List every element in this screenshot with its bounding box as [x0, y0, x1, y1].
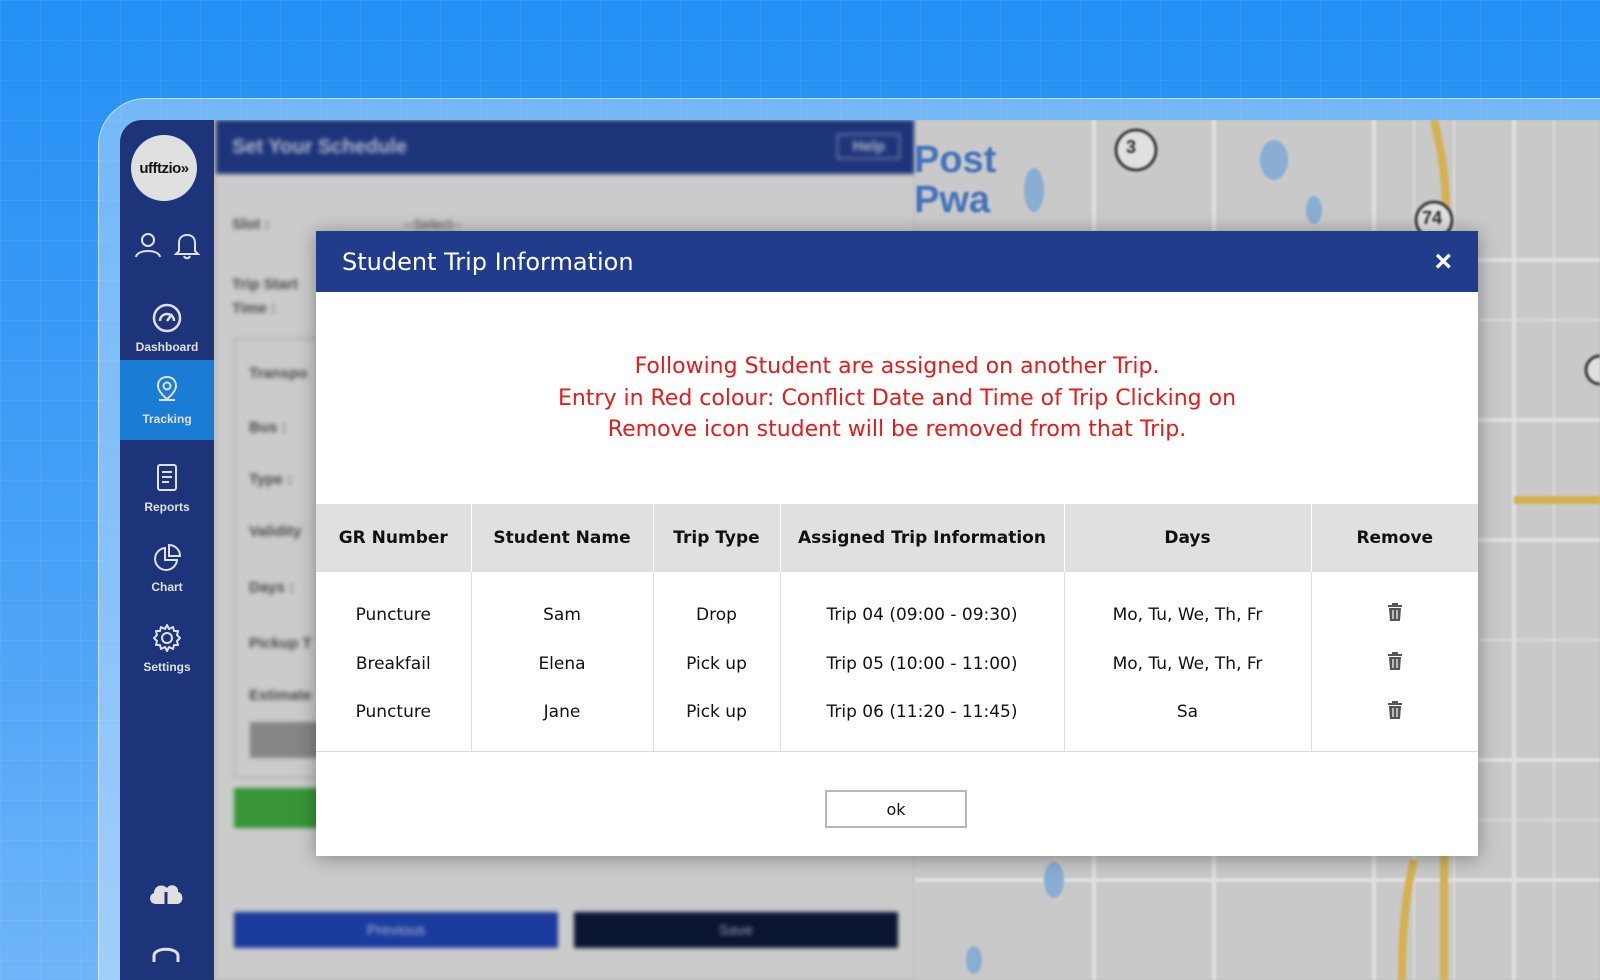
message-line: Following Student are assigned on anothe…	[634, 354, 1160, 379]
assigned-trip-cell: Trip 06 (11:20 - 11:45)	[780, 688, 1065, 752]
message-line: Remove icon student will be removed from…	[607, 417, 1187, 442]
assigned-trip-cell: Trip 05 (10:00 - 11:00)	[780, 639, 1065, 688]
conflict-table: GR Number Student Name Trip Type Assigne…	[316, 504, 1478, 752]
message-line: Entry in Red colour: Conflict Date and T…	[557, 385, 1237, 411]
column-header-gr-number: GR Number	[316, 504, 472, 572]
app-screen: Post Pwa 3 74 Set Your Schedule Help Slo…	[120, 120, 1600, 980]
table-row: Puncture Jane Pick up Trip 06 (11:20 - 1…	[316, 688, 1478, 752]
table-row: Breakfail Elena Pick up Trip 05 (10:00 -…	[316, 639, 1478, 688]
days-cell: Mo, Tu, We, Th, Fr	[1064, 572, 1312, 639]
remove-cell	[1311, 639, 1478, 688]
student-name-cell: Elena	[471, 639, 654, 688]
student-name-cell: Sam	[471, 572, 654, 639]
column-header-assigned-trip: Assigned Trip Information	[780, 504, 1065, 572]
trip-type-cell: Drop	[653, 572, 781, 639]
assigned-trip-cell: Trip 04 (09:00 - 09:30)	[780, 572, 1065, 639]
trash-icon[interactable]	[1387, 652, 1403, 670]
gr-number-cell: Breakfail	[316, 639, 472, 688]
student-trip-modal: Student Trip Information × Following Stu…	[316, 231, 1478, 856]
trip-type-cell: Pick up	[653, 688, 781, 752]
trip-type-cell: Pick up	[653, 639, 781, 688]
trash-icon[interactable]	[1387, 700, 1403, 719]
ok-button[interactable]: ok	[825, 790, 967, 828]
column-header-days: Days	[1064, 504, 1312, 572]
days-cell: Mo, Tu, We, Th, Fr	[1064, 639, 1312, 688]
table-header-row: GR Number Student Name Trip Type Assigne…	[316, 504, 1478, 572]
column-header-remove: Remove	[1311, 504, 1478, 572]
column-header-trip-type: Trip Type	[653, 504, 781, 572]
days-cell: Sa	[1064, 688, 1312, 752]
column-header-student-name: Student Name	[471, 504, 654, 572]
remove-cell	[1311, 572, 1478, 639]
gr-number-cell: Puncture	[316, 572, 472, 639]
remove-cell	[1311, 688, 1478, 752]
modal-header: Student Trip Information ×	[316, 231, 1478, 292]
gr-number-cell: Puncture	[316, 688, 472, 752]
table-row: Puncture Sam Drop Trip 04 (09:00 - 09:30…	[316, 572, 1478, 639]
modal-title: Student Trip Information	[342, 247, 634, 276]
trash-icon[interactable]	[1387, 603, 1403, 621]
conflict-message: Following Student are assigned on anothe…	[316, 351, 1478, 446]
close-icon[interactable]: ×	[1434, 246, 1452, 277]
student-name-cell: Jane	[471, 688, 654, 752]
